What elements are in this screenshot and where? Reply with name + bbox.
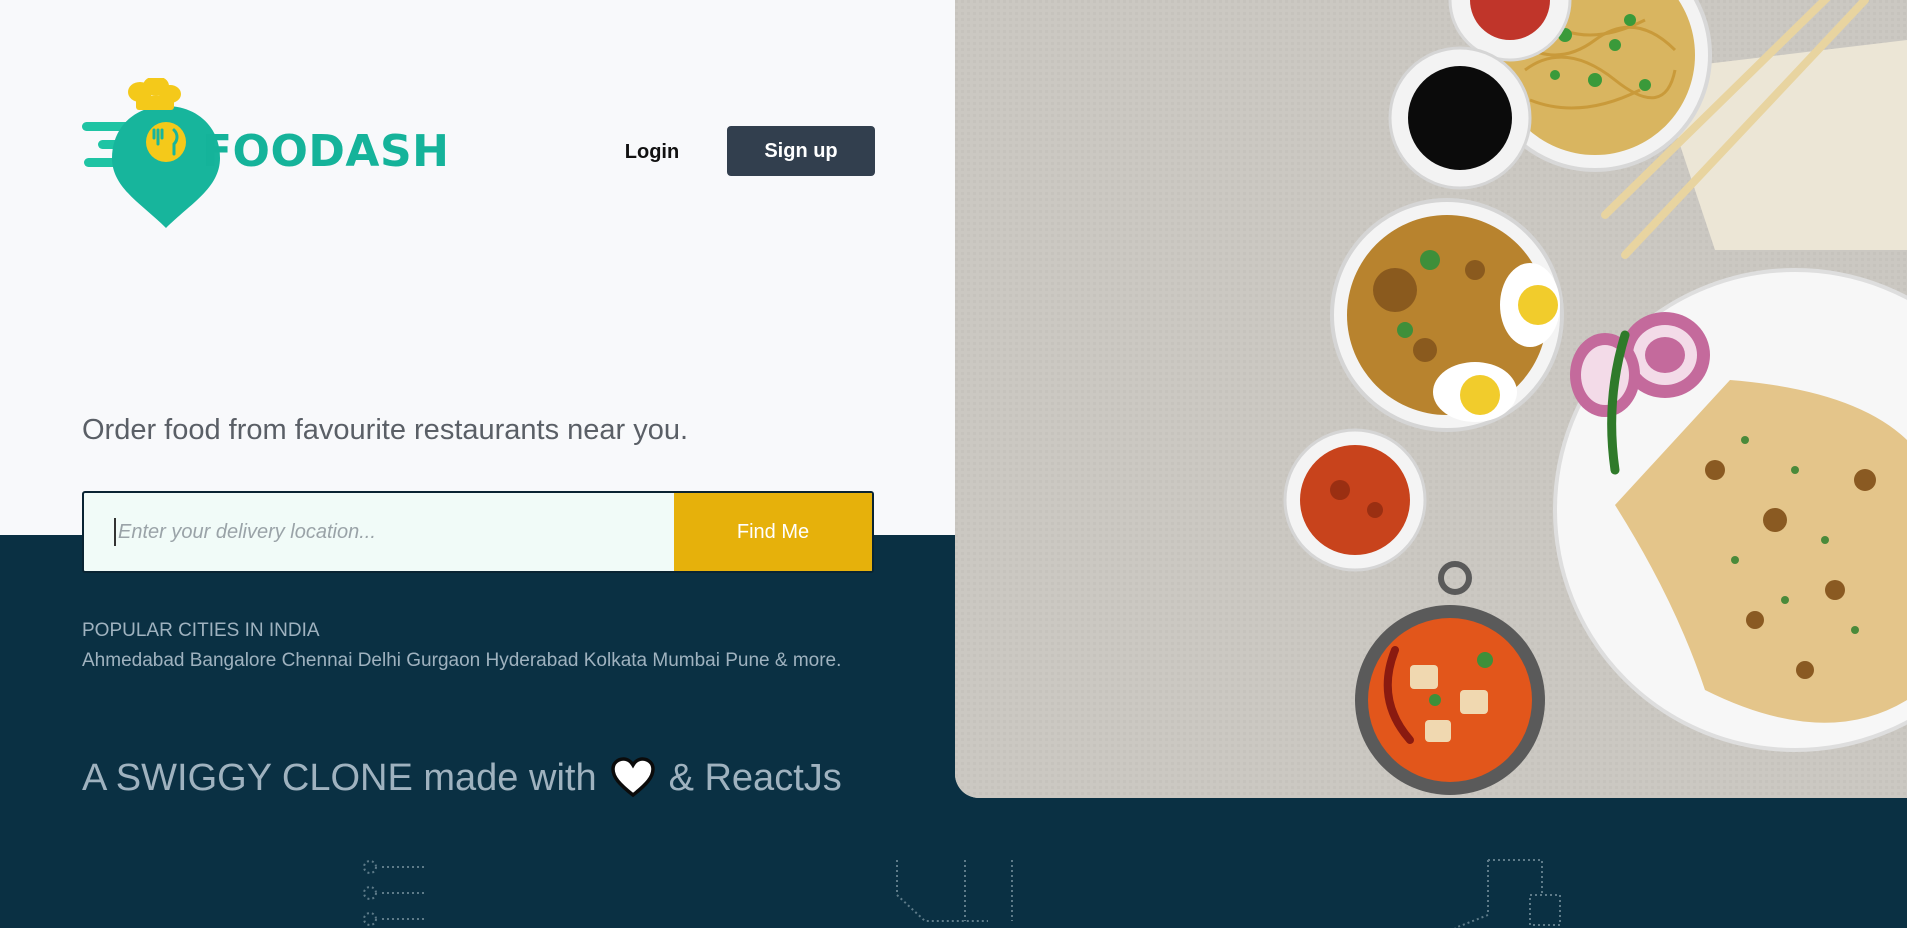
hero-food-image (955, 0, 1907, 798)
clone-credit: A SWIGGY CLONE made with & ReactJs (82, 756, 842, 800)
login-button[interactable]: Login (610, 126, 694, 178)
chef-hat-icon (128, 76, 181, 110)
signup-button[interactable]: Sign up (727, 126, 875, 176)
popular-cities-label: POPULAR CITIES IN INDIA (82, 620, 320, 641)
delivery-location-input[interactable] (114, 518, 674, 546)
list-icon (363, 860, 425, 926)
cart-icon (1454, 859, 1561, 928)
building-icon (896, 860, 1013, 922)
location-search: Find Me (82, 491, 874, 573)
find-me-button[interactable]: Find Me (674, 493, 872, 571)
clone-credit-suffix: & ReactJs (668, 756, 842, 799)
heart-icon (610, 757, 655, 798)
hero-tagline: Order food from favourite restaurants ne… (82, 414, 689, 446)
feature-icons-row (363, 859, 1561, 928)
brand-name: FOODASH (202, 126, 450, 177)
popular-cities-list: Ahmedabad Bangalore Chennai Delhi Gurgao… (82, 650, 842, 671)
food-photo-icon (955, 0, 1907, 798)
clone-credit-prefix: A SWIGGY CLONE made with (82, 756, 597, 799)
